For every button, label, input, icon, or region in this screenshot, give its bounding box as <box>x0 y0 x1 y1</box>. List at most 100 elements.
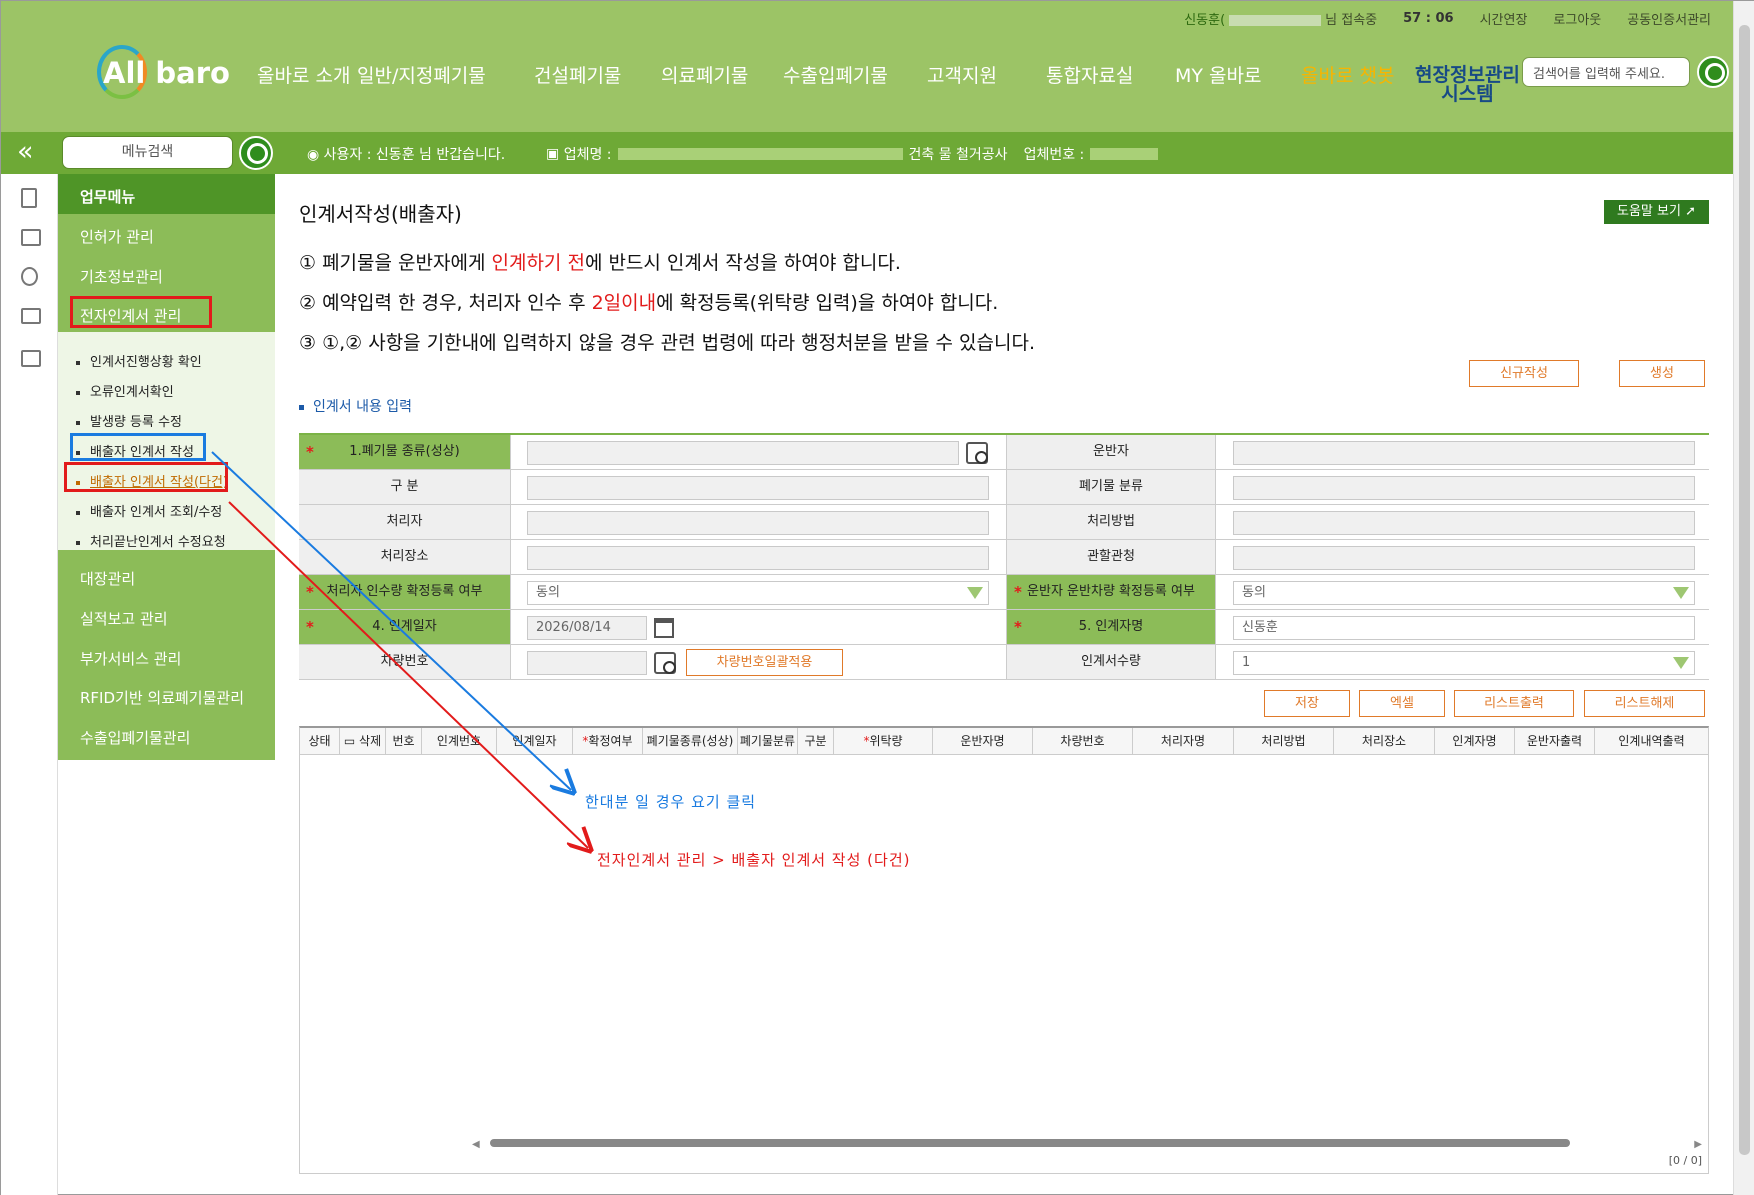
create-button[interactable]: 생성 <box>1619 360 1705 387</box>
checkbox-icon[interactable]: ▭ <box>344 734 355 748</box>
calendar-icon[interactable] <box>654 618 674 638</box>
folder-icon[interactable] <box>21 308 41 324</box>
gnb-item-general-waste[interactable]: 일반/지정폐기물 <box>357 61 486 88</box>
manifest-form: 1.폐기물 종류(성상) 운반자 구 분 폐기물 분류 처리자 처리방법 처리장… <box>299 433 1709 680</box>
manifest-grid: 상태 ▭ 삭제 번호 인계번호 인계일자 *확정여부 폐기물종류(성상) 폐기물… <box>299 726 1709 1174</box>
menu-search-input[interactable]: 메뉴검색 <box>62 136 233 169</box>
section-title: 인계서 내용 입력 <box>299 396 412 416</box>
vehicle-search-icon[interactable] <box>654 652 676 674</box>
scroll-right-icon[interactable]: ▶ <box>1694 1139 1702 1150</box>
transporter-label: 운반자 <box>1006 435 1216 469</box>
method-input[interactable] <box>1233 511 1695 535</box>
waste-class-input[interactable] <box>1233 476 1695 500</box>
col-vehicle: 차량번호 <box>1033 728 1133 754</box>
save-button[interactable]: 저장 <box>1264 690 1350 717</box>
trans-confirm-select[interactable]: 동의 <box>1233 581 1695 605</box>
gnb-item-archive[interactable]: 통합자료실 <box>1046 61 1133 88</box>
display-icon[interactable] <box>21 350 41 367</box>
cert-link[interactable]: 공동인증서관리 <box>1627 9 1711 28</box>
col-method: 처리방법 <box>1234 728 1334 754</box>
menu-search-icon[interactable] <box>239 136 273 170</box>
lnb-item-import-export[interactable]: 수출입폐기물관리 <box>80 727 190 748</box>
monitor-icon[interactable] <box>21 229 41 246</box>
list-clear-button[interactable]: 리스트해제 <box>1584 690 1705 717</box>
name-input[interactable]: 신동훈 <box>1233 616 1695 640</box>
proc-confirm-select[interactable]: 동의 <box>527 581 989 605</box>
qty-label: 인계서수량 <box>1006 645 1216 679</box>
sub-item-amount-edit[interactable]: 발생량 등록 수정 <box>76 411 182 430</box>
trans-confirm-label: 운반자 운반차량 확정등록 여부 <box>1006 575 1216 609</box>
horizontal-scrollbar[interactable] <box>490 1139 1570 1147</box>
collapse-menu-icon[interactable]: « <box>17 138 34 166</box>
gnb-item-medical[interactable]: 의료폐기물 <box>661 61 748 88</box>
search-icon[interactable] <box>1697 56 1729 88</box>
col-category: 구분 <box>798 728 834 754</box>
transporter-input[interactable] <box>1233 441 1695 465</box>
place-input[interactable] <box>527 546 989 570</box>
waste-class-label: 폐기물 분류 <box>1006 470 1216 504</box>
list-print-button[interactable]: 리스트출력 <box>1454 690 1574 717</box>
place-label: 처리장소 <box>299 540 511 574</box>
company-icon: ▣ <box>546 146 564 162</box>
sub-item-lookup-edit[interactable]: 배출자 인계서 조회/수정 <box>76 501 222 520</box>
vehicle-bulk-apply-button[interactable]: 차량번호일괄적용 <box>686 649 843 676</box>
gnb-item-support[interactable]: 고객지원 <box>927 61 997 88</box>
lnb-item-permits[interactable]: 인허가 관리 <box>80 226 154 247</box>
lnb-item-basic-info[interactable]: 기초정보관리 <box>80 266 163 287</box>
gnb-item-construction[interactable]: 건설폐기물 <box>534 61 621 88</box>
lnb-item-ledger[interactable]: 대장관리 <box>80 568 135 589</box>
excel-button[interactable]: 엑셀 <box>1359 690 1445 717</box>
vehicle-input[interactable] <box>527 651 647 675</box>
col-status: 상태 <box>300 728 340 754</box>
logout-link[interactable]: 로그아웃 <box>1553 9 1601 28</box>
gnb-item-site-system[interactable]: 현장정보관리 시스템 <box>1415 66 1520 104</box>
lnb-item-extra[interactable]: 부가서비스 관리 <box>80 648 181 669</box>
sub-item-edit-request[interactable]: 처리끝난인계서 수정요청 <box>76 531 226 550</box>
col-handler: 인계자명 <box>1435 728 1515 754</box>
gnb-item-my[interactable]: MY 올바로 <box>1175 61 1261 88</box>
gnb-item-chatbot[interactable]: 올바로 챗봇 <box>1301 61 1394 88</box>
util-user: 신동훈(님 접속중 <box>1184 13 1378 28</box>
office-input[interactable] <box>1233 546 1695 570</box>
top-header: 신동훈(님 접속중 57 : 06 시간연장 로그아웃 공동인증서관리 All … <box>1 1 1733 132</box>
page-title: 인계서작성(배출자) <box>299 202 462 226</box>
date-label: 4. 인계일자 <box>299 610 511 644</box>
lnb-item-rfid[interactable]: RFID기반 의료폐기물관리 <box>80 687 244 708</box>
left-menu: 업무메뉴 인허가 관리 기초정보관리 전자인계서 관리 인계서진행상황 확인 오… <box>58 174 275 760</box>
category-label: 구 분 <box>299 470 511 504</box>
grid-pager: [0 / 0] <box>1668 1154 1702 1167</box>
allbaro-logo[interactable]: All baro <box>95 43 235 103</box>
annotation-blue-box <box>70 433 206 461</box>
col-trans-print: 운반자출력 <box>1515 728 1595 754</box>
processor-label: 처리자 <box>299 505 511 539</box>
quick-icon-bar <box>1 174 58 1195</box>
category-input[interactable] <box>527 476 989 500</box>
settings-icon[interactable] <box>21 267 38 286</box>
col-place: 처리장소 <box>1334 728 1435 754</box>
qty-select[interactable]: 1 <box>1233 651 1695 675</box>
new-button[interactable]: 신규작성 <box>1469 360 1579 387</box>
scroll-thumb[interactable] <box>1739 25 1750 1155</box>
annotation-blue-text: 한대분 일 경우 요기 클릭 <box>585 793 757 811</box>
date-input[interactable]: 2026/08/14 <box>527 616 647 640</box>
sub-item-error[interactable]: 오류인계서확인 <box>76 381 174 400</box>
sub-item-progress[interactable]: 인계서진행상황 확인 <box>76 351 202 370</box>
gnb-item-about[interactable]: 올바로 소개 <box>257 61 350 88</box>
processor-input[interactable] <box>527 511 989 535</box>
scroll-left-icon[interactable]: ◀ <box>472 1139 480 1150</box>
extend-time-link[interactable]: 시간연장 <box>1480 9 1528 28</box>
lnb-item-report[interactable]: 실적보고 관리 <box>80 608 168 629</box>
vertical-scrollbar[interactable] <box>1733 1 1754 1195</box>
waste-type-input[interactable] <box>527 441 959 465</box>
search-input[interactable]: 검색어를 입력해 주세요. <box>1522 57 1690 87</box>
form-row: 처리자 처리방법 <box>299 505 1709 540</box>
redacted-company-name <box>617 148 903 160</box>
col-confirm: *확정여부 <box>573 728 643 754</box>
waste-search-icon[interactable] <box>966 442 988 464</box>
help-button[interactable]: 도움말 보기 ➚ <box>1604 200 1709 224</box>
contact-book-icon[interactable] <box>21 188 37 208</box>
col-history-print: 인계내역출력 <box>1618 734 1685 748</box>
vehicle-label: 차량번호 <box>299 645 511 679</box>
gnb-item-import-export[interactable]: 수출입폐기물 <box>783 61 888 88</box>
name-label: 5. 인계자명 <box>1006 610 1216 644</box>
